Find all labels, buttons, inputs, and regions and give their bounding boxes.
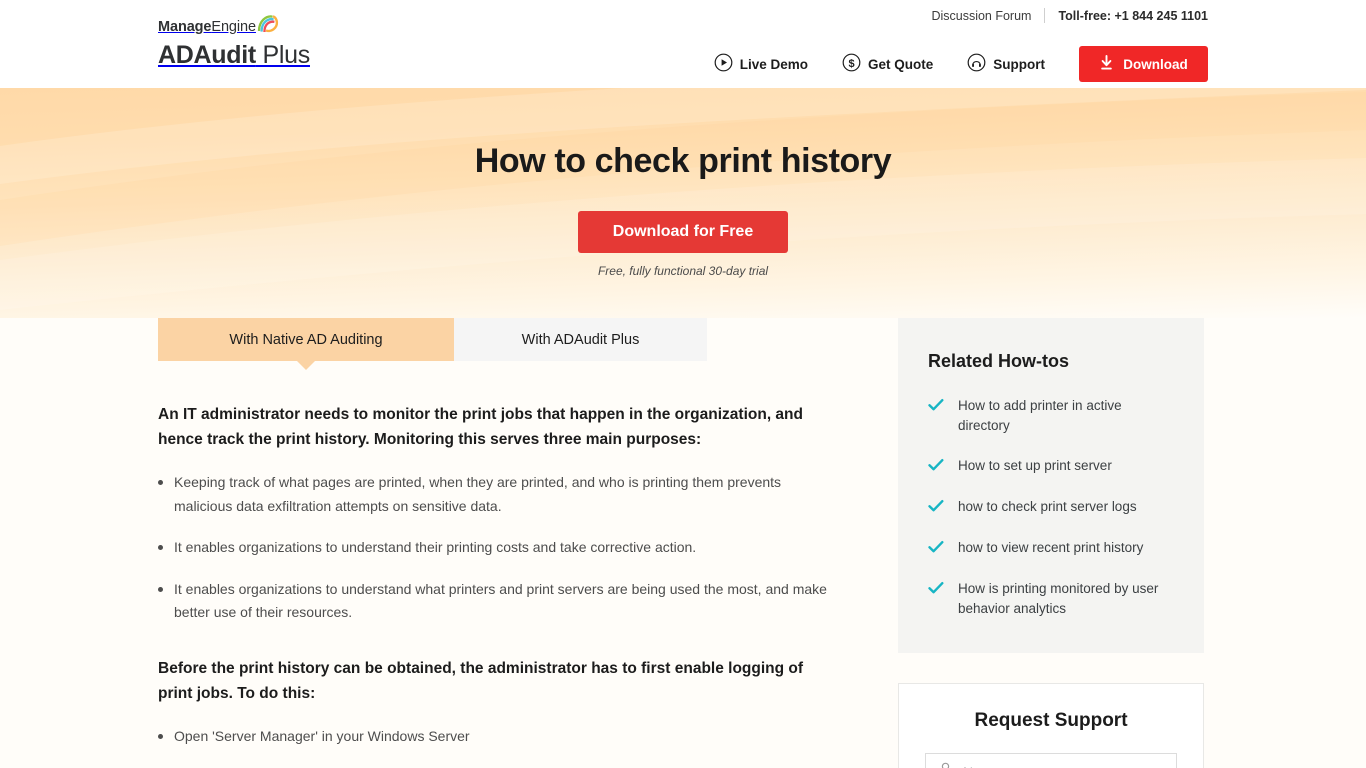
logo-manageengine: Manage Engine	[158, 15, 310, 38]
download-for-free-button[interactable]: Download for Free	[578, 211, 788, 253]
nav-live-demo-label: Live Demo	[739, 56, 808, 72]
nav-live-demo[interactable]: Live Demo	[714, 53, 808, 75]
page-title: How to check print history	[474, 142, 892, 180]
play-circle-icon	[714, 53, 733, 75]
trial-note: Free, fully functional 30-day trial	[597, 264, 769, 278]
list-item: how to check print server logs	[928, 497, 1174, 518]
list-item: It enables organizations to understand t…	[158, 536, 830, 560]
manageengine-swirl-icon	[257, 14, 279, 38]
page-body: With Native AD Auditing With ADAudit Plu…	[0, 318, 1366, 768]
sidebar: Related How-tos How to add printer in ac…	[898, 318, 1204, 768]
request-support-card: Request Support	[898, 682, 1204, 768]
user-icon	[937, 761, 954, 768]
site-logo[interactable]: Manage Engine ADAudit Plus	[158, 15, 311, 69]
discussion-forum-link[interactable]: Discussion Forum	[931, 9, 1031, 23]
related-howto-link[interactable]: How to set up print server	[958, 456, 1112, 476]
list-item: How to add printer in active directory	[928, 396, 1174, 436]
nav-get-quote[interactable]: $ Get Quote	[842, 53, 933, 75]
related-howtos-title: Related How-tos	[928, 351, 1070, 371]
related-howto-link[interactable]: how to check print server logs	[958, 497, 1137, 517]
svg-text:$: $	[848, 58, 854, 70]
check-icon	[928, 581, 944, 600]
topbar-divider	[1044, 8, 1046, 23]
related-howtos-list: How to add printer in active directory H…	[928, 396, 1174, 619]
related-howtos-card: Related How-tos How to add printer in ac…	[898, 318, 1204, 653]
request-support-title: Request Support	[974, 709, 1128, 731]
content-tabs: With Native AD Auditing With ADAudit Plu…	[158, 318, 830, 361]
download-button-label: Download	[1123, 56, 1188, 72]
download-button[interactable]: Download	[1079, 46, 1208, 82]
list-item: how to view recent print history	[928, 538, 1174, 559]
hero-banner: How to check print history Download for …	[0, 88, 1366, 318]
list-item: Open 'Server Manager' in your Windows Se…	[158, 725, 830, 749]
name-field[interactable]	[925, 752, 1177, 768]
logo-plus-text: Plus	[255, 40, 311, 69]
nav-get-quote-label: Get Quote	[867, 56, 934, 72]
list-item: Keeping track of what pages are printed,…	[158, 471, 830, 518]
check-icon	[928, 398, 944, 417]
headset-circle-icon	[967, 53, 986, 75]
name-input[interactable]	[963, 763, 1165, 768]
hero-content: How to check print history Download for …	[0, 88, 1366, 278]
site-header: Discussion Forum Toll-free: +1 844 245 1…	[0, 0, 1366, 88]
purposes-list: Keeping track of what pages are printed,…	[158, 471, 830, 625]
list-item: How to set up print server	[928, 456, 1174, 477]
related-howto-link[interactable]: How to add printer in active directory	[958, 396, 1174, 436]
tollfree-phone: Toll-free: +1 844 245 1101	[1058, 8, 1208, 23]
lead-paragraph-1: An IT administrator needs to monitor the…	[158, 406, 803, 449]
related-howto-link[interactable]: how to view recent print history	[958, 538, 1143, 558]
related-howto-link[interactable]: How is printing monitored by user behavi…	[958, 579, 1174, 619]
logo-manage-text: Manage	[158, 19, 212, 35]
logo-adaudit-text: ADAudit	[158, 40, 256, 69]
main-content: With Native AD Auditing With ADAudit Plu…	[158, 318, 830, 768]
main-navigation: Live Demo $ Get Quote Support Download	[714, 46, 1208, 82]
download-icon	[1099, 54, 1114, 74]
tab-with-adaudit-plus[interactable]: With ADAudit Plus	[454, 318, 707, 361]
utility-topbar: Discussion Forum Toll-free: +1 844 245 1…	[931, 8, 1208, 23]
logo-engine-text: Engine	[211, 19, 256, 35]
dollar-circle-icon: $	[842, 53, 861, 75]
check-icon	[928, 499, 944, 518]
logo-product-name: ADAudit Plus	[158, 40, 311, 69]
steps-list: Open 'Server Manager' in your Windows Se…	[158, 725, 830, 768]
tab-with-native-ad-auditing[interactable]: With Native AD Auditing	[158, 318, 454, 361]
nav-support-label: Support	[993, 56, 1045, 72]
lead-paragraph-2: Before the print history can be obtained…	[158, 659, 804, 702]
check-icon	[928, 540, 944, 559]
list-item: How is printing monitored by user behavi…	[928, 579, 1174, 619]
list-item: It enables organizations to understand w…	[158, 578, 830, 625]
nav-support[interactable]: Support	[967, 53, 1045, 75]
check-icon	[928, 458, 944, 477]
